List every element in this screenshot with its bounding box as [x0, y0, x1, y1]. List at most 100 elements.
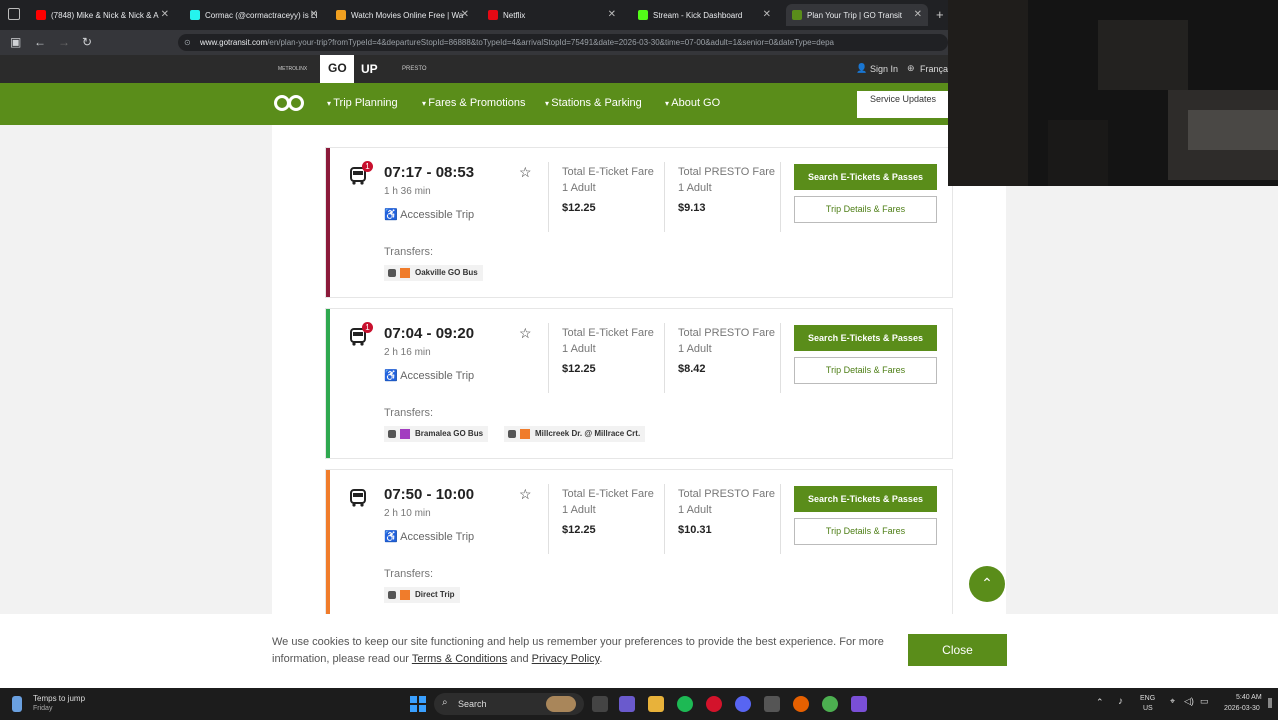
divider	[664, 162, 665, 232]
tab-title: Stream - Kick Dashboard	[653, 10, 743, 20]
brand-go[interactable]: GO	[320, 55, 354, 83]
go-logo[interactable]	[274, 95, 304, 111]
new-tab-button[interactable]: +	[936, 7, 944, 22]
presto-fare: Total PRESTO Fare 1 Adult $8.42	[678, 325, 778, 377]
privacy-link[interactable]: Privacy Policy	[532, 653, 600, 665]
route-accent-bar	[326, 148, 330, 297]
microphone-icon[interactable]: ♪	[1118, 696, 1123, 707]
eticket-amount: $12.25	[562, 202, 596, 214]
battery-icon[interactable]: ▭	[1200, 696, 1209, 707]
bus-icon	[388, 430, 396, 438]
browser-tab[interactable]: Cormac (@cormactraceyy) is LI ✕	[184, 4, 324, 26]
tab-close-icon[interactable]: ✕	[161, 9, 169, 20]
tab-actions-icon[interactable]	[8, 8, 20, 20]
windows-start-icon[interactable]	[410, 696, 426, 712]
wheelchair-icon: ♿	[384, 531, 401, 543]
lang-line1[interactable]: ENG	[1140, 695, 1155, 702]
forward-icon[interactable]: →	[58, 35, 70, 49]
copilot-icon[interactable]	[619, 696, 635, 712]
browser-tab[interactable]: Watch Movies Online Free | Wa ✕	[330, 4, 475, 26]
tab-close-icon[interactable]: ✕	[608, 9, 616, 20]
notification-icon[interactable]	[1268, 698, 1272, 708]
trip-duration: 1 h 36 min	[384, 186, 431, 197]
lang-line2[interactable]: US	[1143, 705, 1153, 712]
browser-tab[interactable]: Netflix ✕	[482, 4, 622, 26]
route-badge	[400, 429, 410, 439]
tab-close-icon[interactable]: ✕	[763, 9, 771, 20]
terms-link[interactable]: Terms & Conditions	[412, 653, 507, 665]
service-updates-button[interactable]: Service Updates	[857, 91, 949, 118]
tab-favicon-icon	[792, 10, 802, 20]
app-icon[interactable]	[764, 696, 780, 712]
sidebar-icon[interactable]: ▣	[10, 35, 21, 49]
accessible-trip: ♿ Accessible Trip	[384, 531, 475, 543]
trip-details-button[interactable]: Trip Details & Fares	[794, 357, 937, 384]
presto-amount: $8.42	[678, 363, 706, 375]
clock-time[interactable]: 5:40 AM	[1236, 694, 1262, 701]
search-etickets-button[interactable]: Search E-Tickets & Passes	[794, 486, 937, 512]
divider	[780, 323, 781, 393]
tray-chevron-icon[interactable]: ⌃	[1096, 697, 1104, 708]
trip-details-button[interactable]: Trip Details & Fares	[794, 518, 937, 545]
presto-amount: $9.13	[678, 202, 706, 214]
windows-taskbar: Temps to jump Friday ⌕ Search ⌃ ♪ ENG US…	[0, 688, 1278, 720]
favourite-star-icon[interactable]: ☆	[519, 325, 532, 342]
clock-date[interactable]: 2026-03-30	[1224, 705, 1260, 712]
brand-up[interactable]: UP	[361, 62, 378, 76]
opera-icon[interactable]	[706, 696, 722, 712]
brand-metrolinx[interactable]: METROLINX	[278, 66, 307, 72]
favourite-star-icon[interactable]: ☆	[519, 486, 532, 503]
divider	[664, 323, 665, 393]
nav-trip-planning[interactable]: Trip Planning	[327, 97, 397, 109]
task-view-icon[interactable]	[592, 696, 608, 712]
scroll-to-top-button[interactable]: ⌃	[969, 566, 1005, 602]
chevron-up-icon: ⌃	[981, 575, 993, 591]
discord-icon[interactable]	[735, 696, 751, 712]
tab-close-icon[interactable]: ✕	[461, 9, 469, 20]
language-link[interactable]: Françai	[920, 64, 950, 74]
eticket-fare: Total E-Ticket Fare 1 Adult $12.25	[562, 164, 662, 216]
alert-badge[interactable]: 1	[362, 161, 373, 172]
firefox-icon[interactable]	[793, 696, 809, 712]
wheelchair-icon: ♿	[384, 209, 401, 221]
brand-presto[interactable]: PRESTO	[402, 66, 427, 72]
tab-close-icon[interactable]: ✕	[310, 9, 318, 20]
nav-about-go[interactable]: About GO	[665, 97, 720, 109]
eticket-fare: Total E-Ticket Fare 1 Adult $12.25	[562, 486, 662, 538]
file-explorer-icon[interactable]	[648, 696, 664, 712]
search-etickets-button[interactable]: Search E-Tickets & Passes	[794, 325, 937, 351]
presto-fare: Total PRESTO Fare 1 Adult $9.13	[678, 164, 778, 216]
trip-details-button[interactable]: Trip Details & Fares	[794, 196, 937, 223]
chrome-icon[interactable]	[822, 696, 838, 712]
taskbar-search[interactable]: ⌕ Search	[434, 693, 584, 715]
nav-fares-promotions[interactable]: Fares & Promotions	[422, 97, 525, 109]
url-field[interactable]: ⊙ www.gotransit.com/en/plan-your-trip?fr…	[178, 34, 948, 51]
site-info-icon[interactable]: ⊙	[184, 34, 191, 51]
volume-icon[interactable]: ◁)	[1184, 696, 1194, 707]
browser-tab[interactable]: Plan Your Trip | GO Transit ✕	[786, 4, 928, 26]
network-icon[interactable]: ⌖	[1170, 696, 1175, 707]
globe-icon: ⊕	[907, 63, 915, 73]
eticket-amount: $12.25	[562, 363, 596, 375]
bus-train-icon	[348, 488, 368, 508]
cookie-close-button[interactable]: Close	[908, 634, 1007, 666]
favourite-star-icon[interactable]: ☆	[519, 164, 532, 181]
obs-icon[interactable]	[851, 696, 867, 712]
browser-tab[interactable]: (7848) Mike & Nick & Nick & A ✕	[30, 4, 175, 26]
trip-time: 07:04 - 09:20	[384, 325, 475, 342]
nav-stations-parking[interactable]: Stations & Parking	[545, 97, 642, 109]
webcam-overlay	[948, 0, 1278, 186]
weather-icon[interactable]	[12, 696, 22, 712]
reload-icon[interactable]: ↻	[82, 35, 92, 49]
presto-amount: $10.31	[678, 524, 712, 536]
browser-tab[interactable]: Stream - Kick Dashboard ✕	[632, 4, 777, 26]
sign-in-link[interactable]: Sign In	[870, 64, 898, 74]
url-path: /en/plan-your-trip?fromTypeId=4&departur…	[267, 38, 834, 47]
search-etickets-button[interactable]: Search E-Tickets & Passes	[794, 164, 937, 190]
spotify-icon[interactable]	[677, 696, 693, 712]
divider	[548, 162, 549, 232]
alert-badge[interactable]: 1	[362, 322, 373, 333]
back-icon[interactable]: ←	[34, 35, 46, 49]
tab-close-icon[interactable]: ✕	[914, 9, 922, 20]
transfer-chip: Millcreek Dr. @ Millrace Crt.	[504, 426, 646, 442]
